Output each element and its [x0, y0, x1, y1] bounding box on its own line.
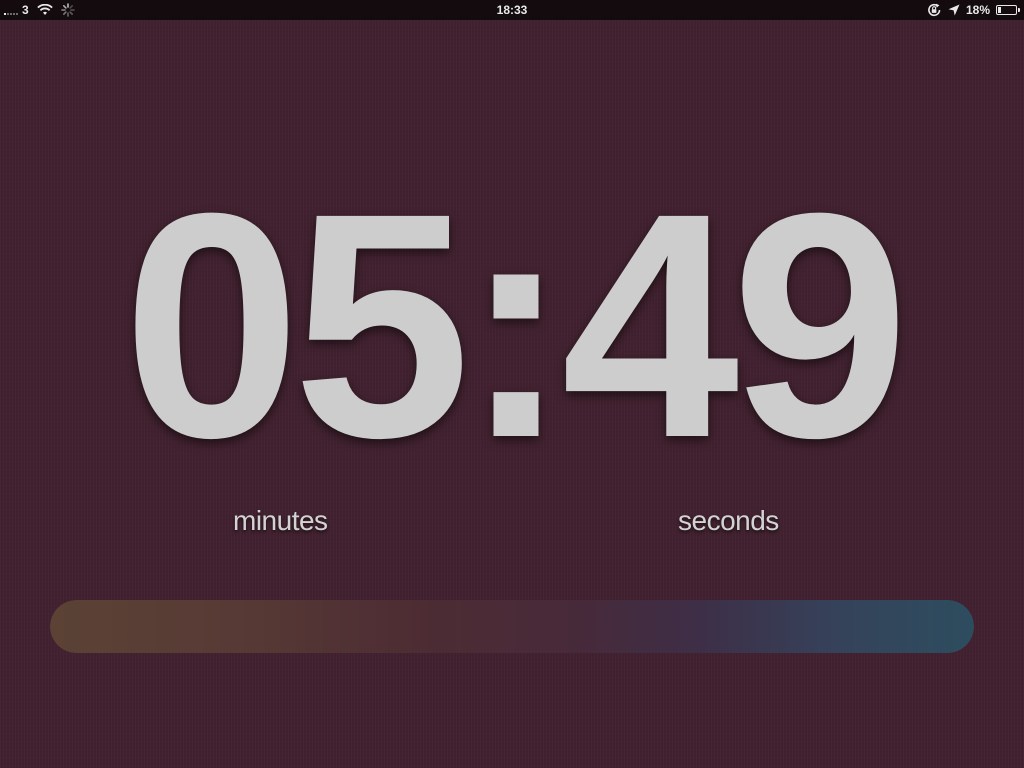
location-arrow-icon: [948, 4, 960, 16]
battery-percent: 18%: [965, 3, 990, 17]
seconds-label: seconds: [678, 505, 779, 536]
progress-bar: [50, 600, 974, 653]
status-bar-right: 18%: [921, 0, 1020, 20]
status-bar: 3 18:33 18%: [0, 0, 1024, 20]
rotation-lock-icon: [928, 3, 941, 17]
battery-level: [998, 7, 1001, 13]
minutes-label: minutes: [233, 505, 328, 536]
progress-fill: [50, 600, 974, 653]
battery-icon: [996, 5, 1020, 15]
status-time: 18:33: [496, 3, 528, 17]
countdown-display[interactable]: 05:49: [0, 160, 1024, 490]
